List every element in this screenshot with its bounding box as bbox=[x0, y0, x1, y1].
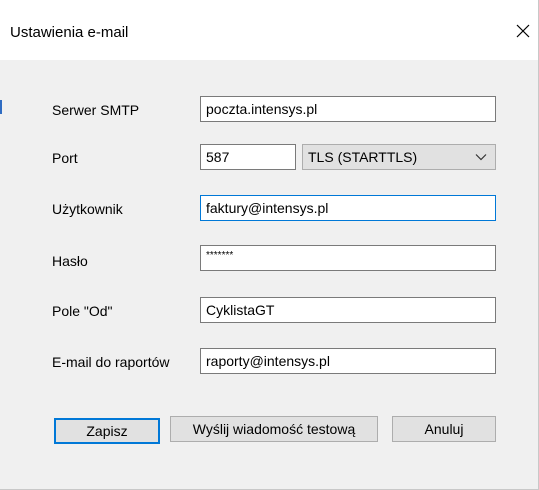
smtp-server-label: Serwer SMTP bbox=[52, 102, 140, 118]
chevron-down-icon bbox=[475, 154, 487, 161]
close-button[interactable] bbox=[508, 16, 538, 46]
password-label: Hasło bbox=[52, 253, 88, 269]
report-email-label: E-mail do raportów bbox=[52, 354, 170, 370]
smtp-server-input[interactable]: poczta.intensys.pl bbox=[200, 96, 496, 122]
title-bar: Ustawienia e-mail bbox=[0, 0, 538, 60]
focus-accent bbox=[0, 100, 2, 114]
username-label: Użytkownik bbox=[52, 201, 123, 217]
window-title: Ustawienia e-mail bbox=[10, 24, 129, 41]
password-input[interactable]: ******* bbox=[200, 245, 496, 271]
save-button[interactable]: Zapisz bbox=[54, 418, 160, 444]
send-test-button[interactable]: Wyślij wiadomość testową bbox=[170, 416, 378, 442]
security-select[interactable]: TLS (STARTTLS) bbox=[302, 144, 496, 170]
email-settings-dialog: Ustawienia e-mail Serwer SMTP poczta.int… bbox=[0, 0, 539, 490]
port-input[interactable]: 587 bbox=[200, 144, 296, 170]
report-email-input[interactable]: raporty@intensys.pl bbox=[200, 348, 496, 374]
from-field-label: Pole "Od" bbox=[52, 303, 113, 319]
security-select-value: TLS (STARTTLS) bbox=[308, 149, 418, 165]
username-input[interactable]: faktury@intensys.pl bbox=[200, 195, 496, 221]
close-icon bbox=[516, 24, 530, 38]
cancel-button[interactable]: Anuluj bbox=[392, 416, 496, 442]
port-label: Port bbox=[52, 150, 78, 166]
from-field-input[interactable]: CyklistaGT bbox=[200, 297, 496, 323]
